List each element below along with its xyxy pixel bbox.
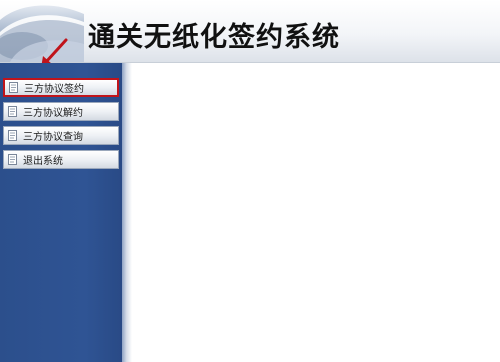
document-icon [9, 82, 18, 93]
sidebar-item-sign-agreement[interactable]: 三方协议签约 [3, 78, 119, 97]
app-header: 通关无纸化签约系统 [0, 0, 500, 63]
document-icon [8, 106, 17, 117]
document-icon [8, 130, 17, 141]
sidebar-item-exit-system[interactable]: 退出系统 [3, 150, 119, 169]
sidebar-item-label: 退出系统 [23, 156, 63, 167]
sidebar-item-label: 三方协议查询 [23, 132, 83, 143]
sidebar-item-label: 三方协议解约 [23, 108, 83, 119]
document-icon [8, 154, 17, 165]
page-title: 通关无纸化签约系统 [88, 22, 340, 53]
sidebar-nav: 三方协议签约 三方协议解约 三方协议查询 退出系统 [3, 78, 119, 174]
main-content-area [132, 63, 500, 362]
sidebar-item-label: 三方协议签约 [24, 84, 84, 95]
sidebar-item-cancel-agreement[interactable]: 三方协议解约 [3, 102, 119, 121]
sidebar-divider [122, 63, 132, 362]
sidebar-item-query-agreement[interactable]: 三方协议查询 [3, 126, 119, 145]
